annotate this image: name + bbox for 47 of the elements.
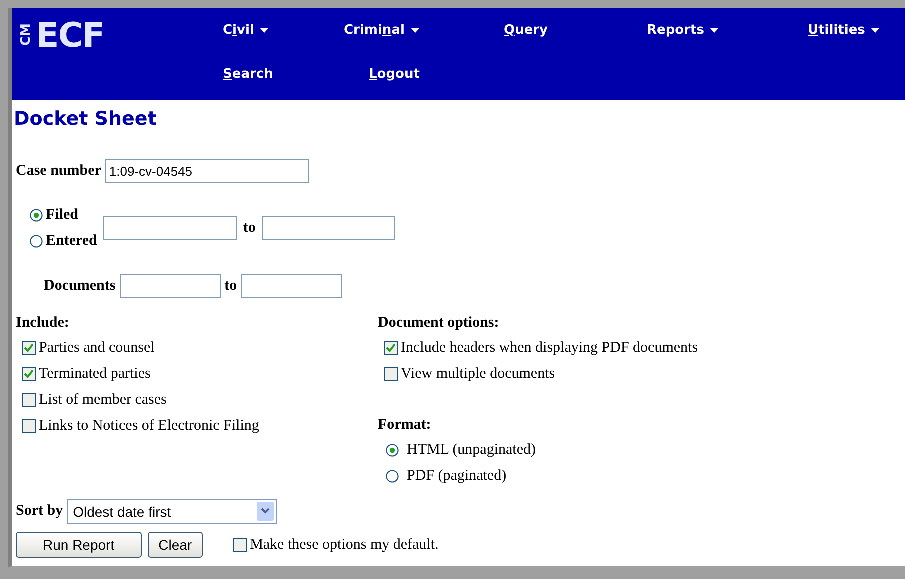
section-heading: Document options:: [378, 314, 500, 333]
checkbox[interactable]: [233, 538, 248, 552]
field-label: to: [243, 220, 256, 236]
menu-item[interactable]: Search: [223, 66, 369, 82]
field-label: to: [224, 278, 238, 294]
menu-item[interactable]: Utilities: [808, 22, 880, 38]
checkbox[interactable]: [384, 367, 398, 381]
case-number-field[interactable]: 1:09-cv-04545: [105, 159, 310, 183]
document-to-field[interactable]: [241, 274, 342, 298]
menu-item[interactable]: Reports: [647, 22, 808, 38]
checkbox-checked[interactable]: [22, 367, 36, 381]
menu-item[interactable]: Query: [504, 22, 647, 38]
checkbox-label: Include headers when displaying PDF documents: [401, 340, 698, 356]
date-to-field[interactable]: [262, 216, 395, 240]
radio-button[interactable]: [386, 470, 399, 482]
radio-label: PDF (paginated): [407, 468, 507, 484]
checkbox[interactable]: [22, 393, 36, 407]
checkbox-checked[interactable]: [22, 341, 36, 355]
checkbox-label: Terminated parties: [39, 366, 151, 382]
date-from-field[interactable]: [103, 216, 238, 240]
radio-button-selected[interactable]: [386, 444, 399, 456]
document-from-field[interactable]: [120, 274, 221, 298]
field-label: Sort by: [16, 503, 64, 520]
radio-button[interactable]: [30, 234, 43, 248]
clear-button[interactable]: Clear: [148, 532, 204, 558]
checkbox-label: List of member cases: [39, 392, 167, 408]
checkbox-checked[interactable]: [384, 341, 398, 355]
logo-text: ECF: [36, 16, 104, 56]
section-heading: Format:: [378, 416, 432, 435]
field-label: Case number: [16, 162, 102, 180]
radio-label: Entered: [46, 232, 98, 250]
radio-label: HTML (unpaginated): [407, 442, 536, 458]
radio-button-selected[interactable]: [30, 208, 43, 222]
menu-item[interactable]: Logout: [369, 66, 529, 82]
section-heading: Include:: [16, 314, 70, 333]
checkbox-label: Parties and counsel: [39, 340, 155, 356]
menu-item[interactable]: Criminal: [344, 22, 504, 38]
checkbox-label: Links to Notices of Electronic Filing: [39, 418, 260, 434]
page-title: Docket Sheet: [14, 108, 158, 130]
run-report-button[interactable]: Run Report: [16, 532, 142, 558]
menu-item[interactable]: Civil: [223, 22, 344, 38]
checkbox[interactable]: [22, 419, 36, 433]
radio-label: Filed: [46, 206, 78, 224]
checkbox-label: Make these options my default.: [250, 536, 439, 554]
sort-dropdown[interactable]: Oldest date first: [67, 499, 278, 524]
field-label: Documents: [44, 278, 116, 294]
checkbox-label: View multiple documents: [401, 366, 556, 382]
